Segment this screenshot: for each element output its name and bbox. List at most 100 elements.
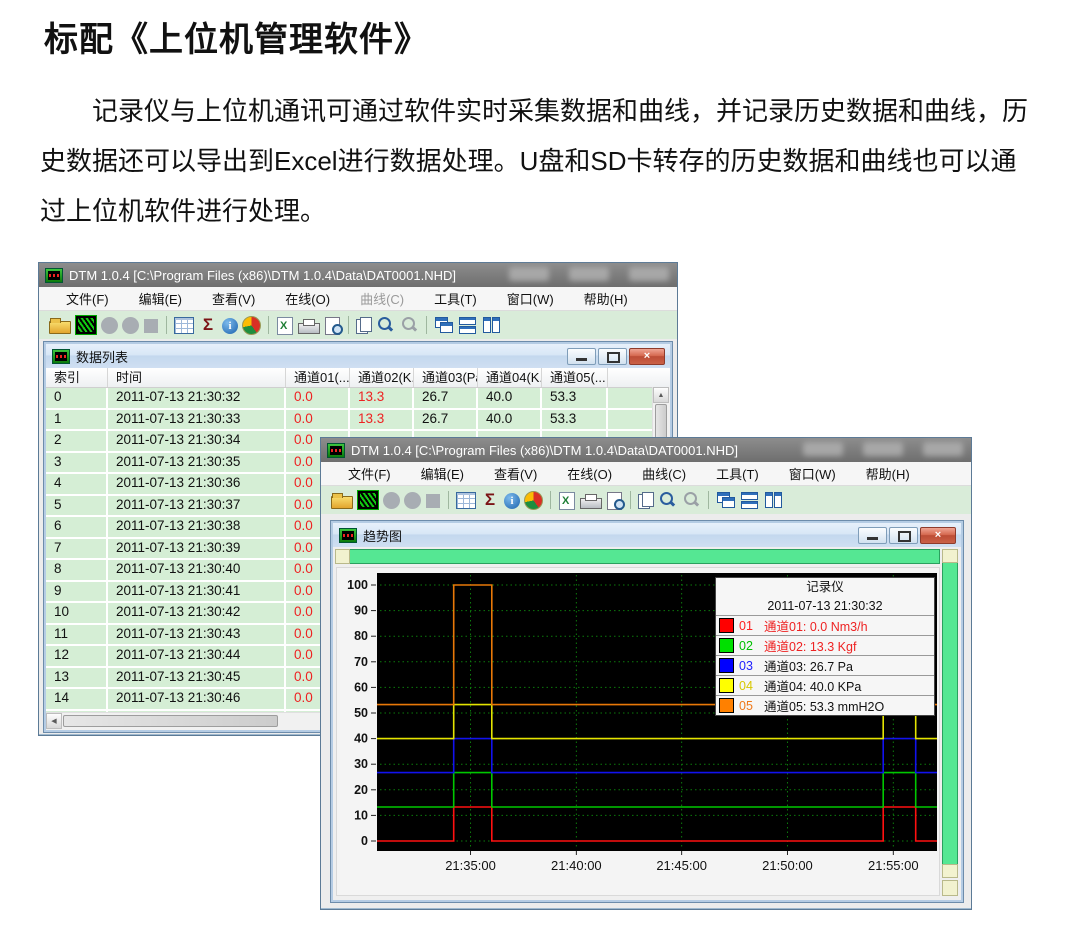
menu-view[interactable]: 查看(V): [479, 464, 552, 483]
record2-disabled-icon[interactable]: [122, 317, 139, 334]
window-controls-blurred[interactable]: [803, 442, 963, 456]
table-cell: 0: [46, 388, 108, 408]
column-header[interactable]: 通道04(K...: [478, 368, 542, 387]
zoom-disabled-icon[interactable]: [399, 316, 419, 334]
print-icon[interactable]: [580, 498, 602, 509]
menu-help[interactable]: 帮助(H): [569, 289, 643, 308]
scroll-up-button[interactable]: [942, 549, 958, 563]
cascade-windows-icon[interactable]: [434, 316, 454, 334]
horizontal-green-scrollbar[interactable]: [335, 549, 940, 564]
menu-curve[interactable]: 曲线(C): [345, 289, 419, 308]
maximize-button[interactable]: [889, 527, 918, 544]
window-controls-blurred[interactable]: [509, 267, 669, 281]
statistics-sigma-icon[interactable]: [480, 491, 500, 509]
close-button[interactable]: ×: [629, 348, 665, 365]
column-header[interactable]: 时间: [108, 368, 286, 387]
trend-title: 趋势图: [363, 526, 402, 545]
record2-disabled-icon[interactable]: [404, 492, 421, 509]
tile-vertical-icon[interactable]: [482, 316, 502, 334]
tile-horizontal-icon[interactable]: [740, 491, 760, 509]
record-disabled-icon[interactable]: [383, 492, 400, 509]
menu-bar: 文件(F)编辑(E)查看(V)在线(O)曲线(C)工具(T)窗口(W)帮助(H): [321, 462, 971, 486]
scroll-left-button[interactable]: [335, 549, 350, 564]
table-cell: 7: [46, 539, 108, 559]
copy-icon[interactable]: [356, 319, 368, 334]
resize-grip[interactable]: [942, 880, 958, 896]
menu-edit[interactable]: 编辑(E): [406, 464, 479, 483]
app-view-icon[interactable]: [357, 490, 379, 510]
stop-disabled-icon[interactable]: [426, 494, 440, 508]
data-list-icon[interactable]: [174, 317, 194, 334]
datalist-titlebar[interactable]: 数据列表 ×: [46, 344, 670, 369]
legend-channel-id: 01: [739, 619, 759, 633]
cascade-windows-icon[interactable]: [716, 491, 736, 509]
data-list-icon[interactable]: [456, 492, 476, 509]
column-header[interactable]: 通道02(K...: [350, 368, 414, 387]
table-cell: 2011-07-13 21:30:38: [108, 517, 286, 537]
table-cell: 11: [46, 625, 108, 645]
print-icon[interactable]: [298, 323, 320, 334]
scroll-thumb[interactable]: [63, 715, 278, 727]
table-cell: 0.0: [286, 388, 350, 408]
tile-vertical-icon[interactable]: [764, 491, 784, 509]
column-header[interactable]: 通道01(...: [286, 368, 350, 387]
datalist-icon: [52, 349, 70, 364]
table-row[interactable]: 12011-07-13 21:30:330.013.326.740.053.3: [46, 410, 670, 432]
scroll-down-button[interactable]: [942, 864, 958, 878]
menu-view[interactable]: 查看(V): [197, 289, 270, 308]
column-header[interactable]: 索引: [46, 368, 108, 387]
column-header[interactable]: 通道05(...: [542, 368, 608, 387]
tile-horizontal-icon[interactable]: [458, 316, 478, 334]
page-title: 标配《上位机管理软件》: [44, 12, 429, 61]
menu-online[interactable]: 在线(O): [270, 289, 345, 308]
column-header[interactable]: 通道03(Pa): [414, 368, 478, 387]
info-icon[interactable]: [222, 318, 238, 334]
export-excel-icon[interactable]: [559, 492, 575, 510]
toolbar-separator: [448, 491, 449, 509]
menu-tools[interactable]: 工具(T): [701, 464, 774, 483]
menu-help[interactable]: 帮助(H): [851, 464, 925, 483]
zoom-icon[interactable]: [375, 316, 395, 334]
window-title: DTM 1.0.4 [C:\Program Files (x86)\DTM 1.…: [351, 443, 738, 458]
pie-chart-icon[interactable]: [524, 491, 543, 510]
menu-file[interactable]: 文件(F): [51, 289, 124, 308]
vertical-green-scrollbar[interactable]: [942, 549, 958, 878]
zoom-icon[interactable]: [657, 491, 677, 509]
app-view-icon[interactable]: [75, 315, 97, 335]
minimize-button[interactable]: [858, 527, 887, 544]
stop-disabled-icon[interactable]: [144, 319, 158, 333]
close-button[interactable]: ×: [920, 527, 956, 544]
menu-window[interactable]: 窗口(W): [492, 289, 569, 308]
open-file-icon[interactable]: [331, 496, 353, 509]
menu-curve[interactable]: 曲线(C): [627, 464, 701, 483]
export-excel-icon[interactable]: [277, 317, 293, 335]
open-file-icon[interactable]: [49, 321, 71, 334]
zoom-disabled-icon[interactable]: [681, 491, 701, 509]
scroll-up-button[interactable]: ▲: [653, 387, 669, 403]
table-cell: 13.3: [350, 388, 414, 408]
menu-edit[interactable]: 编辑(E): [124, 289, 197, 308]
maximize-button[interactable]: [598, 348, 627, 365]
pie-chart-icon[interactable]: [242, 316, 261, 335]
menu-file[interactable]: 文件(F): [333, 464, 406, 483]
table-header: 索引时间通道01(...通道02(K...通道03(Pa)通道04(K...通道…: [46, 368, 670, 388]
statistics-sigma-icon[interactable]: [198, 316, 218, 334]
record-disabled-icon[interactable]: [101, 317, 118, 334]
table-cell: 2011-07-13 21:30:40: [108, 560, 286, 580]
titlebar[interactable]: DTM 1.0.4 [C:\Program Files (x86)\DTM 1.…: [39, 263, 677, 287]
legend-timestamp: 2011-07-13 21:30:32: [716, 597, 934, 615]
menu-tools[interactable]: 工具(T): [419, 289, 492, 308]
titlebar[interactable]: DTM 1.0.4 [C:\Program Files (x86)\DTM 1.…: [321, 438, 971, 462]
menu-online[interactable]: 在线(O): [552, 464, 627, 483]
legend-channel-id: 05: [739, 699, 759, 713]
copy-icon[interactable]: [638, 494, 650, 509]
chart-legend: 记录仪 2011-07-13 21:30:32 01通道01: 0.0 Nm3/…: [715, 577, 935, 716]
print-preview-icon[interactable]: [325, 317, 340, 335]
minimize-button[interactable]: [567, 348, 596, 365]
trend-titlebar[interactable]: 趋势图 ×: [333, 523, 961, 548]
print-preview-icon[interactable]: [607, 492, 622, 510]
info-icon[interactable]: [504, 493, 520, 509]
table-row[interactable]: 02011-07-13 21:30:320.013.326.740.053.3: [46, 388, 670, 410]
scroll-left-button[interactable]: ◀: [46, 713, 62, 729]
menu-window[interactable]: 窗口(W): [774, 464, 851, 483]
